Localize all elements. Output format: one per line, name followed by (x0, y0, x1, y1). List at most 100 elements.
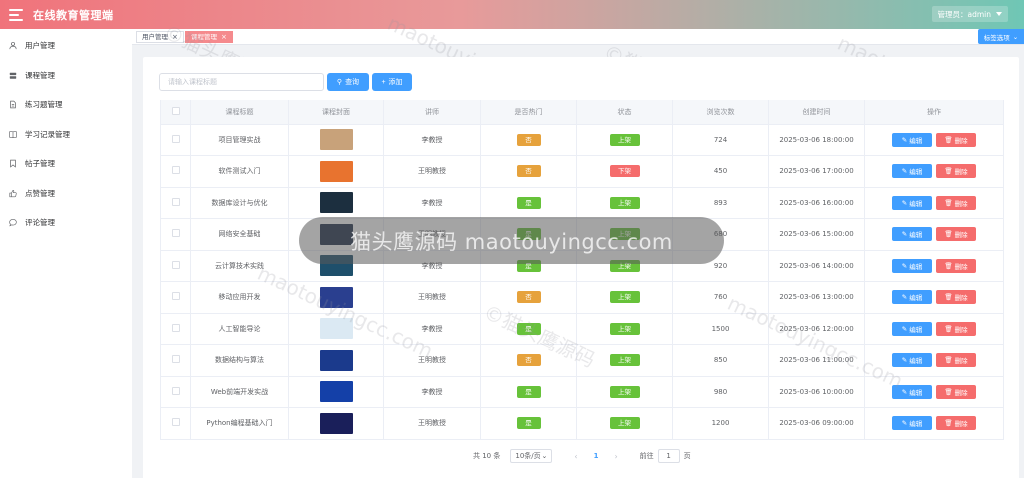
edit-button[interactable]: ✎ 编辑 (892, 353, 932, 368)
edit-button[interactable]: ✎ 编辑 (892, 258, 932, 273)
caret-down-icon (996, 12, 1002, 16)
checkbox[interactable] (171, 260, 180, 269)
edit-button[interactable]: ✎ 编辑 (892, 227, 932, 242)
sidebar-item-exercises[interactable]: 练习题管理 (0, 90, 132, 120)
select-cell[interactable] (160, 376, 191, 408)
sidebar-item-users[interactable]: 用户管理 (0, 31, 132, 61)
delete-button[interactable]: 🗑 删除 (936, 227, 976, 242)
checkbox[interactable] (171, 355, 180, 364)
checkbox[interactable] (171, 197, 180, 206)
course-title: Web前端开发实战 (190, 376, 289, 408)
select-cell[interactable] (160, 155, 191, 188)
edit-button[interactable]: ✎ 编辑 (892, 195, 932, 210)
edit-button[interactable]: ✎ 编辑 (892, 164, 932, 179)
add-button[interactable]: + 添加 (372, 73, 412, 91)
teacher: 王明教授 (383, 281, 481, 314)
select-cell[interactable] (160, 407, 191, 440)
search-input[interactable]: 请输入课程标题 (159, 73, 324, 91)
checkbox[interactable] (171, 106, 180, 115)
sidebar-item-label: 学习记录管理 (25, 129, 70, 139)
delete-button[interactable]: 🗑 删除 (936, 132, 976, 147)
goto-input[interactable]: 1 (657, 449, 680, 463)
checkbox[interactable] (171, 166, 180, 175)
column-header: 状态 (576, 100, 673, 125)
edit-label: 编辑 (909, 388, 923, 397)
edit-button[interactable]: ✎ 编辑 (892, 384, 932, 399)
select-cell[interactable] (160, 187, 191, 219)
sidebar-item-courses[interactable]: 课程管理 (0, 61, 132, 91)
table-row: Web前端开发实战 李教授是上架 980 2025-03-06 10:00:00 ✎ 编辑… (160, 376, 1004, 408)
course-cover-image (319, 412, 353, 434)
edit-button[interactable]: ✎ 编辑 (892, 321, 932, 336)
sidebar-item-label: 点赞管理 (25, 188, 55, 198)
sidebar-item-posts[interactable]: 帖子管理 (0, 149, 132, 179)
select-all-cell[interactable] (160, 100, 191, 125)
select-cell[interactable] (160, 344, 191, 377)
delete-button[interactable]: 🗑 删除 (936, 290, 976, 305)
delete-button[interactable]: 🗑 删除 (936, 384, 976, 399)
user-menu[interactable]: 管理员：admin (931, 6, 1008, 22)
select-cell[interactable] (160, 124, 191, 156)
trash-icon: 🗑 (944, 198, 953, 207)
delete-button[interactable]: 🗑 删除 (936, 416, 976, 431)
next-page-icon[interactable]: › (614, 452, 617, 461)
page-number[interactable]: 1 (594, 452, 599, 460)
select-cell[interactable] (160, 281, 191, 314)
checkbox[interactable] (171, 323, 180, 332)
delete-button[interactable]: 🗑 删除 (936, 164, 976, 179)
search-button[interactable]: ⚲ 查询 (327, 73, 369, 91)
delete-label: 删除 (954, 168, 968, 177)
checkbox[interactable] (171, 229, 180, 238)
trash-icon: 🗑 (944, 419, 953, 428)
tag-options-button[interactable]: 标签选项 ⌄ (978, 29, 1024, 44)
edit-label: 编辑 (909, 136, 923, 145)
delete-button[interactable]: 🗑 删除 (936, 353, 976, 368)
edit-icon: ✎ (901, 135, 908, 144)
course-cover-image (319, 349, 353, 371)
menu-toggle-icon[interactable] (9, 8, 23, 21)
actions-cell: ✎ 编辑 🗑 删除 (864, 407, 1004, 440)
prev-page-icon[interactable]: ‹ (574, 452, 577, 461)
edit-button[interactable]: ✎ 编辑 (892, 416, 932, 431)
checkbox[interactable] (171, 134, 180, 143)
created-time: 2025-03-06 15:00:00 (768, 218, 865, 251)
tag-courses[interactable]: 课程管理 × (185, 31, 233, 43)
course-panel: 请输入课程标题 ⚲ 查询 + 添加 课程标题 课程封面 讲师 是否热门 状态 浏… (143, 57, 1019, 478)
cover-cell (288, 376, 384, 408)
select-cell[interactable] (160, 313, 191, 345)
trash-icon: 🗑 (944, 293, 953, 302)
trash-icon: 🗑 (944, 261, 953, 270)
checkbox[interactable] (171, 386, 180, 395)
checkbox[interactable] (171, 418, 180, 427)
tag-users[interactable]: 用户管理 × (136, 31, 184, 43)
delete-button[interactable]: 🗑 删除 (936, 321, 976, 336)
edit-button[interactable]: ✎ 编辑 (892, 290, 932, 305)
edit-button[interactable]: ✎ 编辑 (892, 132, 932, 147)
sidebar-item-label: 用户管理 (25, 41, 55, 51)
delete-button[interactable]: 🗑 删除 (936, 258, 976, 273)
sidebar-item-study-records[interactable]: 学习记录管理 (0, 120, 132, 150)
delete-button[interactable]: 🗑 删除 (936, 195, 976, 210)
sidebar-item-comments[interactable]: 评论管理 (0, 208, 132, 238)
hot-cell: 是 (480, 376, 577, 408)
close-icon[interactable]: × (221, 32, 227, 43)
table-row: 人工智能导论 李教授 是 上架 1500 2025-03-06 12:00:00 ✎ 编辑 🗑 删… (160, 313, 1004, 345)
column-header: 创建时间 (768, 100, 865, 125)
hot-badge: 是 (516, 417, 541, 430)
view-count: 893 (672, 187, 769, 219)
select-cell[interactable] (160, 250, 191, 282)
page-size-select[interactable]: 10条/页 ⌄ (510, 449, 553, 463)
sidebar-item-likes[interactable]: 点赞管理 (0, 179, 132, 209)
checkbox[interactable] (171, 292, 180, 301)
column-header: 是否热门 (480, 100, 577, 125)
trash-icon: 🗑 (944, 356, 953, 365)
delete-label: 删除 (954, 136, 968, 145)
view-count: 760 (672, 281, 769, 314)
select-cell[interactable] (160, 218, 191, 251)
goto-page: 前往 1 页 (640, 449, 691, 463)
edit-icon: ✎ (901, 261, 908, 270)
actions-cell: ✎ 编辑 🗑 删除 (864, 187, 1004, 219)
view-count: 1500 (672, 313, 769, 345)
close-icon[interactable]: × (172, 32, 178, 43)
status-cell: 下架 (576, 155, 673, 188)
